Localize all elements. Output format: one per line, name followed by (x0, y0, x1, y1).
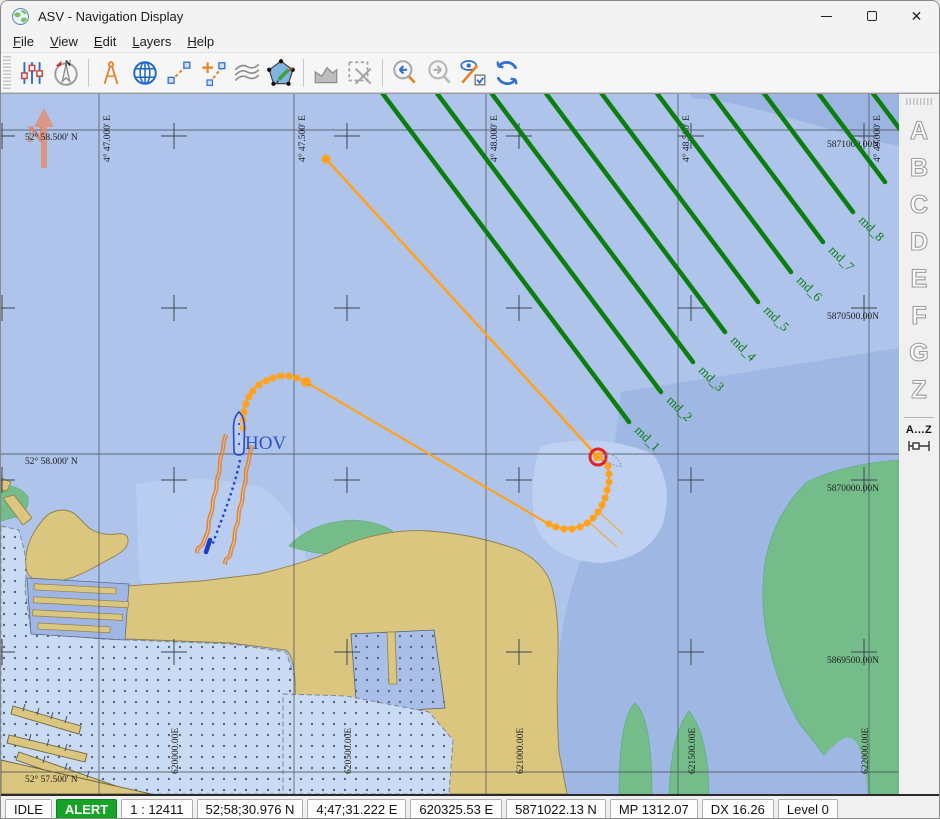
status-cell-mode: IDLE (5, 799, 52, 819)
menu-help[interactable]: Help (179, 32, 222, 51)
layer-button-c[interactable]: C (910, 187, 928, 224)
menu-layers[interactable]: Layers (124, 32, 179, 51)
layer-button-z[interactable]: Z (911, 372, 926, 409)
status-cell-northing: 5871022.13 N (506, 799, 606, 819)
zoom-previous-button[interactable] (388, 56, 422, 90)
map-viewport[interactable]: N 52° 58.500' N 52° 58.000' N 52° 57.500… (1, 94, 899, 794)
range-slider-icon[interactable] (907, 439, 931, 453)
app-window: ASV - Navigation Display ✕ File View Edi… (0, 0, 940, 819)
layer-button-g[interactable]: G (909, 335, 928, 372)
lat-label: 52° 58.500' N (25, 132, 78, 143)
title-bar[interactable]: ASV - Navigation Display ✕ (1, 1, 939, 31)
status-cell-mp: MP 1312.07 (610, 799, 698, 819)
clear-selection-icon (345, 58, 375, 88)
status-cell-longitude: 4;47;31.222 E (307, 799, 406, 819)
easting-label: 620500.00E (344, 728, 354, 774)
layer-button-e[interactable]: E (911, 261, 928, 298)
status-cell-level: Level 0 (778, 799, 838, 819)
track-start-point[interactable] (322, 155, 331, 164)
globe-projection-button[interactable] (128, 56, 162, 90)
clear-selection-button[interactable] (343, 56, 377, 90)
easting-label: 620000.00E (171, 728, 181, 774)
sidebar-divider (904, 417, 934, 418)
layer-range-button[interactable]: A...Z (906, 424, 932, 436)
northing-label: 5869500.00N (827, 656, 879, 666)
toolbar: N (1, 53, 939, 93)
menu-file[interactable]: File (5, 32, 42, 51)
northing-label: 5870000.00N (827, 484, 879, 494)
close-button[interactable]: ✕ (894, 1, 939, 31)
status-cell-easting: 620325.53 E (410, 799, 502, 819)
lon-label: 4° 47.500' E (297, 115, 308, 162)
contours-icon (232, 60, 262, 86)
northing-label: 5870500.00N (827, 312, 879, 322)
measure-line-button[interactable] (162, 56, 196, 90)
menu-view[interactable]: View (42, 32, 86, 51)
lat-label: 52° 58.000' N (25, 456, 78, 467)
track-corner-point[interactable] (301, 377, 311, 387)
vessel-label: HOV (245, 433, 286, 454)
layer-button-b[interactable]: B (910, 150, 928, 187)
polygon-pencil-icon (266, 58, 296, 88)
minimize-icon (821, 16, 832, 17)
edit-polygon-button[interactable] (264, 56, 298, 90)
area-chart-icon (311, 59, 341, 87)
measure-compass-button[interactable] (94, 56, 128, 90)
maximize-icon (867, 11, 877, 21)
status-cell-dx: DX 16.26 (702, 799, 774, 819)
menu-edit[interactable]: Edit (86, 32, 124, 51)
status-cell-latitude: 52;58;30.976 N (197, 799, 304, 819)
toolbar-separator (382, 59, 383, 87)
close-icon: ✕ (911, 9, 923, 23)
nautical-chart[interactable]: N 52° 58.500' N 52° 58.000' N 52° 57.500… (1, 94, 899, 794)
marina (27, 578, 129, 640)
layer-letter-sidebar: A B C D E F G Z A...Z (899, 94, 939, 794)
toolbar-grip[interactable] (3, 56, 11, 90)
globe-icon (131, 59, 159, 87)
drafting-compass-icon (98, 60, 124, 86)
layer-visibility-button[interactable] (456, 56, 490, 90)
toolbar-separator (303, 59, 304, 87)
content-area: N 52° 58.500' N 52° 58.000' N 52° 57.500… (1, 93, 939, 796)
display-settings-button[interactable] (15, 56, 49, 90)
app-globe-icon (12, 8, 29, 25)
easting-label: 622000.00E (861, 728, 871, 774)
compass-orientation-button[interactable]: N (49, 56, 83, 90)
sliders-icon (19, 60, 45, 86)
sidebar-grip[interactable] (906, 98, 932, 105)
layer-button-f[interactable]: F (911, 298, 926, 335)
contour-lines-button[interactable] (230, 56, 264, 90)
svg-text:N: N (65, 58, 72, 68)
zoom-forward-icon (424, 58, 454, 88)
zoom-next-button[interactable] (422, 56, 456, 90)
lon-label: 4° 49.000' E (872, 115, 883, 162)
add-line-button[interactable] (196, 56, 230, 90)
maximize-button[interactable] (849, 1, 894, 31)
status-cell-scale: 1 : 12411 (121, 799, 192, 819)
eye-edit-checkbox-icon (458, 58, 488, 88)
compass-icon: N (51, 58, 81, 88)
menu-bar: File View Edit Layers Help (1, 31, 939, 53)
profile-chart-button[interactable] (309, 56, 343, 90)
zoom-back-icon (390, 58, 420, 88)
minimize-button[interactable] (804, 1, 849, 31)
status-bar: IDLE ALERT 1 : 12411 52;58;30.976 N 4;47… (1, 796, 939, 819)
status-cell-alert: ALERT (56, 799, 117, 819)
lat-label: 52° 57.500' N (25, 774, 78, 785)
window-title: ASV - Navigation Display (38, 9, 183, 24)
lon-label: 4° 47.000' E (102, 115, 113, 162)
toolbar-separator (88, 59, 89, 87)
layer-button-a[interactable]: A (910, 113, 928, 150)
refresh-icon (492, 58, 522, 88)
add-line-icon (199, 59, 227, 87)
easting-label: 621000.00E (516, 728, 526, 774)
lon-label: 4° 48.000' E (489, 115, 500, 162)
layer-button-d[interactable]: D (910, 224, 928, 261)
refresh-button[interactable] (490, 56, 524, 90)
measure-line-icon (166, 60, 192, 86)
easting-label: 621500.00E (688, 728, 698, 774)
